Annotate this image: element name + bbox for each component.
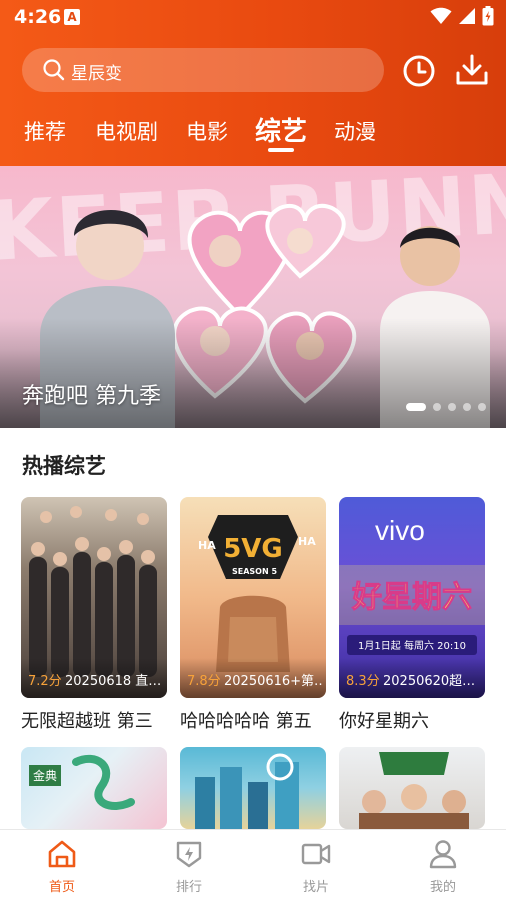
banner-title: 奔跑吧 第九季 bbox=[22, 384, 161, 409]
status-bar: 4:26 A bbox=[0, 0, 506, 34]
poster-brand-label: vivo bbox=[375, 515, 425, 546]
tab-variety[interactable]: 综艺 bbox=[255, 111, 307, 148]
battery-icon bbox=[482, 6, 494, 26]
search-icon bbox=[43, 59, 65, 81]
show-update-info: 20250618 直… bbox=[65, 674, 162, 689]
show-poster bbox=[339, 747, 485, 829]
show-poster: 7.2分 20250618 直… bbox=[21, 497, 167, 698]
poster-season-label: SEASON 5 bbox=[232, 567, 278, 576]
status-time: 4:26 bbox=[14, 6, 62, 28]
search-input[interactable]: 星辰变 bbox=[22, 48, 384, 92]
featured-banner[interactable]: KEEP RUNNING 奔跑吧 第九季 bbox=[0, 166, 506, 428]
poster-art bbox=[195, 753, 299, 829]
pagination-dot-3 bbox=[448, 403, 456, 411]
tab-anime[interactable]: 动漫 bbox=[334, 116, 376, 146]
section-title: 热播综艺 bbox=[22, 454, 106, 478]
nav-discover-label: 找片 bbox=[302, 880, 329, 895]
show-logo-art bbox=[72, 754, 135, 810]
nav-discover[interactable]: 找片 bbox=[276, 838, 356, 895]
wifi-icon bbox=[430, 7, 452, 24]
show-poster: 5VG HA HA SEASON 5 7.8分 20250616+第… bbox=[180, 497, 326, 698]
active-tab-indicator bbox=[268, 148, 294, 152]
show-poster: 金典 bbox=[21, 747, 167, 829]
show-title: 你好星期六 bbox=[339, 711, 429, 732]
show-poster: 好星期六 1月1日起 每周六 20:10 vivo 8.3分 20250620超… bbox=[339, 497, 485, 698]
svg-text:好星期六: 好星期六 bbox=[351, 580, 472, 615]
poster-art bbox=[359, 752, 469, 829]
banner-gradient bbox=[0, 318, 506, 428]
video-camera-icon bbox=[301, 843, 331, 865]
category-tabs: 推荐 电视剧 电影 综艺 动漫 bbox=[0, 108, 506, 158]
nav-profile[interactable]: 我的 bbox=[403, 838, 483, 895]
svg-text:5VG: 5VG bbox=[223, 534, 283, 564]
nav-home[interactable]: 首页 bbox=[22, 838, 102, 895]
pagination-dot-5 bbox=[478, 403, 486, 411]
tab-movies[interactable]: 电影 bbox=[186, 116, 228, 146]
bottom-navigation: 首页 排行 找片 我的 bbox=[0, 829, 506, 899]
svg-text:HA: HA bbox=[198, 539, 216, 552]
profile-icon bbox=[429, 840, 457, 869]
nav-ranking[interactable]: 排行 bbox=[149, 838, 229, 895]
tab-tv-series[interactable]: 电视剧 bbox=[95, 116, 158, 146]
show-score: 7.2分 bbox=[28, 674, 62, 689]
signal-icon bbox=[459, 8, 475, 24]
pagination-dot-2 bbox=[433, 403, 441, 411]
tab-recommend[interactable]: 推荐 bbox=[24, 116, 66, 146]
history-clock-icon[interactable] bbox=[402, 54, 436, 88]
show-update-info: 20250620超… bbox=[383, 674, 476, 689]
banner-pagination bbox=[406, 403, 486, 411]
svg-text:1月1日起 每周六 20:10: 1月1日起 每周六 20:10 bbox=[358, 639, 466, 652]
ranking-icon bbox=[176, 841, 202, 868]
notification-icon: A bbox=[64, 9, 80, 25]
download-icon[interactable] bbox=[455, 53, 489, 87]
search-placeholder: 星辰变 bbox=[71, 64, 122, 84]
show-poster bbox=[180, 747, 326, 829]
header: 4:26 A 星辰变 推荐 电视剧 电影 综艺 动漫 bbox=[0, 0, 506, 166]
show-update-info: 20250616+第… bbox=[224, 674, 322, 689]
pagination-dot-4 bbox=[463, 403, 471, 411]
nav-profile-label: 我的 bbox=[429, 880, 456, 895]
nav-home-label: 首页 bbox=[48, 880, 75, 895]
pagination-dot-1 bbox=[406, 403, 426, 411]
show-score: 7.8分 bbox=[187, 674, 221, 689]
status-indicators bbox=[430, 6, 494, 26]
show-score: 8.3分 bbox=[346, 674, 380, 689]
show-title: 哈哈哈哈哈 第五 bbox=[180, 711, 312, 732]
svg-text:HA: HA bbox=[298, 535, 316, 548]
home-icon bbox=[48, 840, 76, 868]
show-title: 无限超越班 第三 bbox=[21, 711, 153, 732]
nav-ranking-label: 排行 bbox=[175, 880, 202, 895]
